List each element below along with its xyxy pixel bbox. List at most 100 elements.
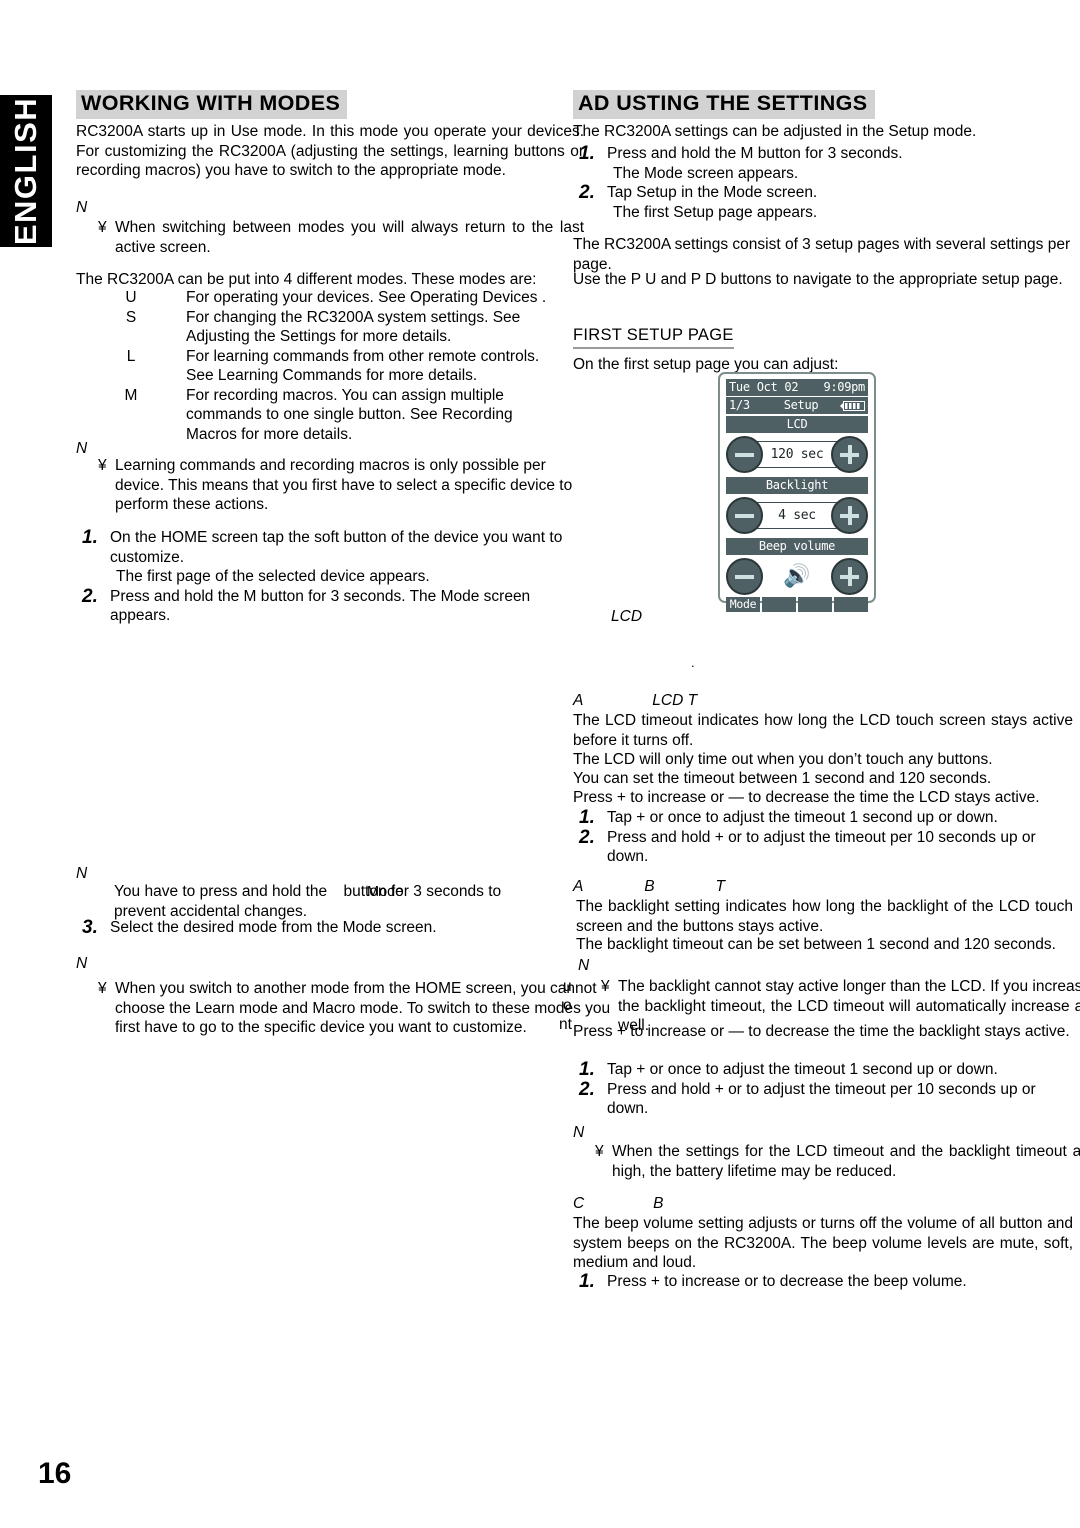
backlight-steps: 1. Tap + or once to adjust the timeout 1… bbox=[573, 1060, 1073, 1119]
lcd-mode-bar: 1/3 Setup bbox=[726, 397, 868, 414]
backlight-p1: The backlight setting indicates how long… bbox=[576, 898, 1073, 935]
right-steps: 1. Press and hold the M button for 3 sec… bbox=[573, 144, 1073, 222]
step-number: 3. bbox=[82, 917, 98, 938]
lcd-timeout-heading: A LCD T bbox=[573, 692, 1073, 710]
step-number: 2. bbox=[579, 182, 595, 203]
yen-bullet-icon: ¥ bbox=[98, 457, 107, 474]
lcd-mode-title: Setup bbox=[783, 398, 819, 412]
battery-note: ¥ When the settings for the LCD timeout … bbox=[595, 1142, 1080, 1181]
yen-bullet-icon: ¥ bbox=[98, 980, 107, 997]
note-3-overlap-mode: Mode bbox=[367, 884, 404, 900]
page-number: 16 bbox=[38, 1457, 72, 1490]
modes-list: U For operating your devices. See Operat… bbox=[76, 288, 584, 444]
step-text: Select the desired mode from the Mode sc… bbox=[110, 919, 437, 936]
step-text: Press and hold the M button for 3 second… bbox=[607, 145, 903, 162]
backlight-heading-a: A bbox=[573, 878, 584, 895]
note-marker-4: N bbox=[76, 955, 88, 972]
first-setup-page-heading: FIRST SETUP PAGE bbox=[573, 326, 734, 349]
step-text: Press and hold + or to adjust the timeou… bbox=[607, 1080, 1036, 1118]
lcd-date: Tue Oct 02 bbox=[729, 380, 799, 394]
backlight-section-label: Backlight bbox=[726, 477, 868, 494]
step-text: On the HOME screen tap the soft button o… bbox=[110, 529, 563, 566]
mode-key: M bbox=[124, 386, 138, 404]
beep-volume-control: 🔊 bbox=[726, 558, 868, 595]
mode-row: U For operating your devices. See Operat… bbox=[76, 288, 584, 308]
note-4-text: When you switch to another mode from the… bbox=[115, 980, 611, 1036]
plus-button-beep[interactable] bbox=[831, 558, 868, 595]
note-2-text: Learning commands and recording macros i… bbox=[115, 457, 573, 513]
lcd-page-indicator: 1/3 bbox=[729, 398, 750, 412]
mode-key: L bbox=[126, 347, 136, 365]
backlight-heading-c: T bbox=[715, 878, 725, 895]
step-item: 1. Tap + or once to adjust the timeout 1… bbox=[573, 808, 1073, 828]
step-item: 1. Tap + or once to adjust the timeout 1… bbox=[573, 1060, 1073, 1080]
adjusting-settings-heading-wrap: AD USTING THE SETTINGS bbox=[573, 90, 875, 119]
lcd-timeout-heading-a: A bbox=[573, 692, 584, 709]
note-marker-backlight: N bbox=[578, 957, 590, 974]
remote-lcd-screenshot: Tue Oct 02 9:09pm 1/3 Setup LCD 120 sec … bbox=[718, 372, 876, 612]
step-text: Press + to increase or to decrease the b… bbox=[607, 1273, 967, 1290]
lcd-timeout-p1: The LCD timeout indicates how long the L… bbox=[573, 712, 1073, 749]
mode-row: M For recording macros. You can assign m… bbox=[76, 386, 584, 406]
mode-desc-cont: Adjusting the Settings for more details. bbox=[186, 328, 452, 345]
note-2: ¥ Learning commands and recording macros… bbox=[98, 456, 599, 515]
note-marker-2: N bbox=[76, 440, 88, 457]
step-number: 1. bbox=[579, 807, 595, 828]
working-modes-intro: RC3200A starts up in Use mode. In this m… bbox=[76, 123, 584, 179]
beep-heading-b: B bbox=[653, 1195, 664, 1212]
step-item: 1. Press and hold the M button for 3 sec… bbox=[573, 144, 1073, 164]
backlight-timeout-control: 4 sec bbox=[726, 497, 868, 534]
working-with-modes-heading: WORKING WITH MODES bbox=[76, 90, 348, 119]
step-result: The first Setup page appears. bbox=[613, 203, 818, 221]
step-number: 2. bbox=[579, 1078, 595, 1100]
minus-button-backlight[interactable] bbox=[726, 497, 763, 534]
backlight-p3: Press + to increase or — to decrease the… bbox=[573, 1023, 1070, 1040]
lcd-timeout-control: 120 sec bbox=[726, 436, 868, 473]
plus-button-lcd[interactable] bbox=[831, 436, 868, 473]
mode-desc-cont: See Learning Commands for more details. bbox=[186, 367, 478, 384]
step-item: 1. On the HOME screen tap the soft butto… bbox=[76, 528, 584, 567]
note-marker-battery: N bbox=[573, 1124, 585, 1141]
step-number: 1. bbox=[579, 1059, 595, 1080]
beep-volume-section-label: Beep volume bbox=[726, 538, 868, 555]
mode-key: U bbox=[125, 289, 137, 306]
manual-page: ENGLISH WORKING WITH MODES RC3200A start… bbox=[0, 0, 1080, 1528]
lcd-soft-button-row: Mode bbox=[726, 597, 868, 612]
lcd-timeout-steps: 1. Tap + or once to adjust the timeout 1… bbox=[573, 808, 1073, 867]
overflow-fragment: o bbox=[563, 997, 572, 1014]
yen-bullet-icon: ¥ bbox=[595, 1143, 604, 1160]
backlight-heading-b: B bbox=[644, 878, 655, 895]
step-item: 2. Press and hold the M button for 3 sec… bbox=[76, 587, 584, 626]
mode-desc-cont: commands to one single button. See Recor… bbox=[186, 406, 513, 423]
backlight-p2: The backlight timeout can be set between… bbox=[576, 936, 1056, 953]
overflow-fragment: nt bbox=[559, 1016, 572, 1033]
beep-step: 1. Press + to increase or to decrease th… bbox=[573, 1272, 1073, 1292]
step-result: The first page of the selected device ap… bbox=[116, 568, 430, 585]
modes-intro: The RC3200A can be put into 4 different … bbox=[76, 271, 537, 288]
mode-desc: For recording macros. You can assign mul… bbox=[186, 386, 504, 404]
plus-button-backlight[interactable] bbox=[831, 497, 868, 534]
soft-button-4[interactable] bbox=[834, 597, 868, 612]
mode-desc-cont: Macros for more details. bbox=[186, 425, 353, 443]
mode-row: L For learning commands from other remot… bbox=[76, 347, 584, 367]
soft-button-mode[interactable]: Mode bbox=[726, 597, 760, 612]
lcd-timeout-p2: The LCD will only time out when you don’… bbox=[573, 751, 993, 768]
note-3-text-a: You have to press and hold the bbox=[114, 883, 328, 900]
step-result: The Mode screen appears. bbox=[613, 164, 799, 182]
lcd-status-bar: Tue Oct 02 9:09pm bbox=[726, 379, 868, 396]
yen-bullet-icon: ¥ bbox=[98, 219, 107, 236]
working-with-modes-heading-wrap: WORKING WITH MODES bbox=[76, 90, 348, 119]
soft-button-3[interactable] bbox=[798, 597, 832, 612]
beep-p1: The beep volume setting adjusts or turns… bbox=[573, 1215, 1073, 1271]
lcd-timeout-heading-b: LCD T bbox=[652, 692, 698, 709]
soft-button-2[interactable] bbox=[762, 597, 796, 612]
step-text: Tap + or once to adjust the timeout 1 se… bbox=[607, 1061, 998, 1078]
minus-button-beep[interactable] bbox=[726, 558, 763, 595]
mode-desc: For changing the RC3200A system settings… bbox=[186, 308, 521, 326]
mode-key: S bbox=[125, 308, 137, 326]
minus-button-lcd[interactable] bbox=[726, 436, 763, 473]
step-item-3: 3. Select the desired mode from the Mode… bbox=[76, 918, 584, 938]
overflow-fragment: u bbox=[563, 978, 572, 995]
note-4: ¥ When you switch to another mode from t… bbox=[98, 979, 611, 1038]
battery-note-text: When the settings for the LCD timeout an… bbox=[612, 1143, 1080, 1180]
